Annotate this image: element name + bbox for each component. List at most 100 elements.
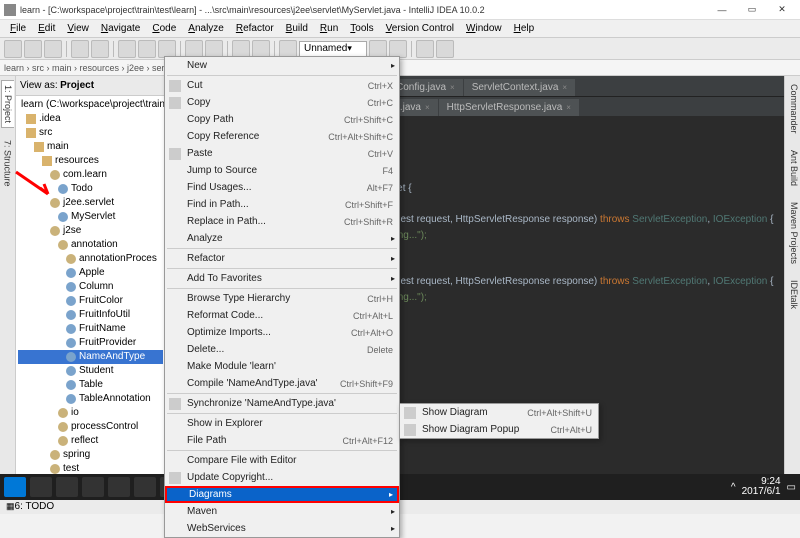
menu-item-refactor[interactable]: Refactor <box>165 250 399 267</box>
tree-node[interactable]: NameAndType <box>18 350 163 364</box>
explorer-icon[interactable] <box>82 477 104 497</box>
menu-item-find-usages-[interactable]: Find Usages...Alt+F7 <box>165 179 399 196</box>
menu-code[interactable]: Code <box>146 21 182 36</box>
tree-node[interactable]: main <box>18 140 163 154</box>
minimize-button[interactable]: — <box>708 1 736 19</box>
replace-icon[interactable] <box>205 40 223 58</box>
close-icon[interactable]: × <box>425 103 430 112</box>
sync-icon[interactable] <box>44 40 62 58</box>
menu-item-find-in-path-[interactable]: Find in Path...Ctrl+Shift+F <box>165 196 399 213</box>
menu-item-replace-in-path-[interactable]: Replace in Path...Ctrl+Shift+R <box>165 213 399 230</box>
forward-icon[interactable] <box>252 40 270 58</box>
menu-version-control[interactable]: Version Control <box>380 21 460 36</box>
menu-item-compile-nameandtype-java-[interactable]: Compile 'NameAndType.java'Ctrl+Shift+F9 <box>165 375 399 392</box>
tree-node[interactable]: resources <box>18 154 163 168</box>
menu-item-maven[interactable]: Maven <box>165 503 399 520</box>
redo-icon[interactable] <box>91 40 109 58</box>
menu-item-update-copyright-[interactable]: Update Copyright... <box>165 469 399 486</box>
tree-node[interactable]: Apple <box>18 266 163 280</box>
editor-tab[interactable]: HttpServletResponse.java× <box>439 99 579 116</box>
menu-item-analyze[interactable]: Analyze <box>165 230 399 247</box>
start-button[interactable] <box>4 477 26 497</box>
menu-item-make-module-learn-[interactable]: Make Module 'learn' <box>165 358 399 375</box>
submenu-item[interactable]: Show Diagram PopupCtrl+Alt+U <box>400 421 598 438</box>
firefox-icon[interactable] <box>134 477 156 497</box>
menu-edit[interactable]: Edit <box>32 21 61 36</box>
build-icon[interactable] <box>279 40 297 58</box>
tree-node[interactable]: j2se <box>18 224 163 238</box>
tree-node[interactable]: FruitName <box>18 322 163 336</box>
menu-analyze[interactable]: Analyze <box>182 21 230 36</box>
chrome-icon[interactable] <box>108 477 130 497</box>
tree-node[interactable]: src <box>18 126 163 140</box>
debug-icon[interactable] <box>389 40 407 58</box>
menu-file[interactable]: File <box>4 21 32 36</box>
tree-node[interactable]: FruitInfoUtil <box>18 308 163 322</box>
menu-item-add-to-favorites[interactable]: Add To Favorites <box>165 270 399 287</box>
menu-item-cut[interactable]: CutCtrl+X <box>165 77 399 94</box>
tree-node[interactable]: reflect <box>18 434 163 448</box>
tree-node[interactable]: learn (C:\workspace\project\train\test\l… <box>18 98 163 112</box>
menu-run[interactable]: Run <box>314 21 344 36</box>
settings-icon[interactable] <box>416 40 434 58</box>
breadcrumb[interactable]: learn › src › main › resources › j2ee › … <box>0 60 800 76</box>
left-tab[interactable]: 7: Structure <box>2 136 14 191</box>
maximize-button[interactable]: ▭ <box>738 1 766 19</box>
back-icon[interactable] <box>232 40 250 58</box>
menu-item-compare-file-with-editor[interactable]: Compare File with Editor <box>165 452 399 469</box>
tree-node[interactable]: FruitColor <box>18 294 163 308</box>
menu-help[interactable]: Help <box>508 21 541 36</box>
project-tree[interactable]: learn (C:\workspace\project\train\test\l… <box>16 96 165 498</box>
menu-item-copy-reference[interactable]: Copy ReferenceCtrl+Alt+Shift+C <box>165 128 399 145</box>
tree-node[interactable]: annotationProces <box>18 252 163 266</box>
menu-item-show-in-explorer[interactable]: Show in Explorer <box>165 415 399 432</box>
run-config-combo[interactable]: Unnamed ▾ <box>299 41 367 57</box>
menu-item-browse-type-hierarchy[interactable]: Browse Type HierarchyCtrl+H <box>165 290 399 307</box>
menu-item-jump-to-source[interactable]: Jump to SourceF4 <box>165 162 399 179</box>
menu-item-webservices[interactable]: WebServices <box>165 520 399 537</box>
tree-node[interactable]: MyServlet <box>18 210 163 224</box>
menu-item-paste[interactable]: PasteCtrl+V <box>165 145 399 162</box>
menu-tools[interactable]: Tools <box>344 21 379 36</box>
tree-node[interactable]: Student <box>18 364 163 378</box>
editor-tab[interactable]: ServletContext.java× <box>464 79 575 96</box>
right-tab[interactable]: Ant Build <box>785 146 800 190</box>
cut-icon[interactable] <box>118 40 136 58</box>
tree-node[interactable]: .idea <box>18 112 163 126</box>
menu-item-optimize-imports-[interactable]: Optimize Imports...Ctrl+Alt+O <box>165 324 399 341</box>
menu-item-copy[interactable]: CopyCtrl+C <box>165 94 399 111</box>
right-tab[interactable]: Commander <box>785 80 800 138</box>
submenu-item[interactable]: Show DiagramCtrl+Alt+Shift+U <box>400 404 598 421</box>
help-icon[interactable] <box>436 40 454 58</box>
menu-item-delete-[interactable]: Delete...Delete <box>165 341 399 358</box>
notification-icon[interactable]: ▭ <box>787 482 796 493</box>
tree-node[interactable]: Column <box>18 280 163 294</box>
run-icon[interactable] <box>369 40 387 58</box>
tray-icons[interactable]: ^ <box>731 482 736 493</box>
close-icon[interactable]: × <box>450 83 455 92</box>
close-icon[interactable]: × <box>562 83 567 92</box>
menu-item-new[interactable]: New <box>165 57 399 74</box>
tree-node[interactable]: FruitProvider <box>18 336 163 350</box>
cortana-icon[interactable] <box>30 477 52 497</box>
tree-node[interactable]: spring <box>18 448 163 462</box>
tree-node[interactable]: processControl <box>18 420 163 434</box>
find-icon[interactable] <box>185 40 203 58</box>
bottom-tool-strip[interactable]: ▦ 6: TODO <box>0 498 800 514</box>
right-tab[interactable]: IDEtalk <box>785 276 800 313</box>
menu-item-synchronize-nameandtype-java-[interactable]: Synchronize 'NameAndType.java' <box>165 395 399 412</box>
menu-item-reformat-code-[interactable]: Reformat Code...Ctrl+Alt+L <box>165 307 399 324</box>
menu-item-copy-path[interactable]: Copy PathCtrl+Shift+C <box>165 111 399 128</box>
close-button[interactable]: ✕ <box>768 1 796 19</box>
menu-item-diagrams[interactable]: Diagrams <box>165 486 399 503</box>
copy-icon[interactable] <box>138 40 156 58</box>
menu-view[interactable]: View <box>61 21 95 36</box>
tree-node[interactable]: Table <box>18 378 163 392</box>
close-icon[interactable]: × <box>566 103 571 112</box>
menu-build[interactable]: Build <box>280 21 314 36</box>
left-tab[interactable]: 1: Project <box>1 80 14 128</box>
menu-item-file-path[interactable]: File PathCtrl+Alt+F12 <box>165 432 399 449</box>
taskview-icon[interactable] <box>56 477 78 497</box>
tree-node[interactable]: io <box>18 406 163 420</box>
save-icon[interactable] <box>24 40 42 58</box>
